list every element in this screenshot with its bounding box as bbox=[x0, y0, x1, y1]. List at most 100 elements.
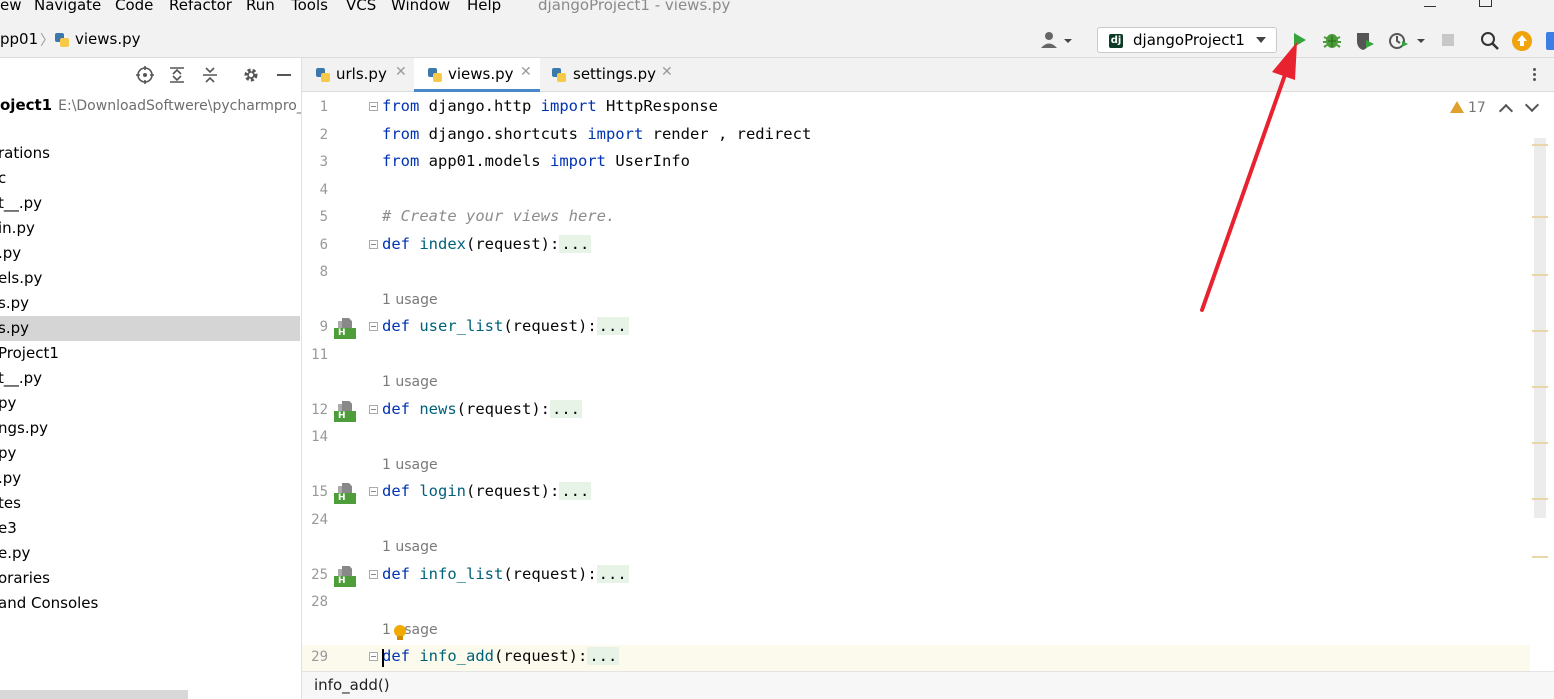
error-stripe-mark[interactable] bbox=[1532, 556, 1548, 558]
run-icon[interactable] bbox=[1292, 32, 1308, 48]
project-tree-item[interactable]: oraries bbox=[0, 566, 300, 591]
next-highlight-icon[interactable] bbox=[1524, 97, 1540, 113]
debug-icon[interactable] bbox=[1322, 30, 1342, 50]
project-tree-item[interactable]: t__.py bbox=[0, 366, 300, 391]
usage-hint[interactable]: 1 usage bbox=[382, 539, 438, 555]
breadcrumb-file[interactable]: views.py bbox=[75, 30, 141, 48]
code-line[interactable]: def info_list(request):... bbox=[382, 564, 629, 583]
editor-breadcrumb[interactable]: info_add() bbox=[314, 676, 390, 694]
folded-code-placeholder[interactable]: ... bbox=[596, 317, 629, 335]
search-icon[interactable] bbox=[1480, 31, 1500, 51]
error-stripe-mark[interactable] bbox=[1532, 498, 1548, 500]
fold-icon[interactable] bbox=[369, 239, 378, 249]
code-line[interactable]: def index(request):... bbox=[382, 234, 592, 253]
vertical-scrollbar[interactable] bbox=[1534, 138, 1546, 518]
menu-window[interactable]: Window bbox=[391, 0, 450, 14]
url-mapping-gutter-icon[interactable]: H bbox=[334, 483, 356, 505]
plugin-icon[interactable] bbox=[1544, 30, 1554, 52]
project-tree-item[interactable]: e.py bbox=[0, 541, 300, 566]
more-tabs-icon[interactable] bbox=[1533, 68, 1537, 82]
usage-hint[interactable]: 1 usage bbox=[382, 374, 438, 390]
error-stripe-mark[interactable] bbox=[1532, 274, 1548, 276]
fold-icon[interactable] bbox=[369, 652, 378, 661]
hide-panel-icon[interactable] bbox=[275, 66, 293, 84]
project-tree-item[interactable]: py bbox=[0, 391, 300, 416]
url-mapping-gutter-icon[interactable]: H bbox=[334, 565, 356, 588]
fold-icon[interactable] bbox=[369, 569, 378, 579]
update-icon[interactable] bbox=[1511, 30, 1533, 52]
code-line[interactable]: def news(request):... bbox=[382, 399, 582, 418]
project-tree-item[interactable]: .py bbox=[0, 466, 300, 491]
profile-icon[interactable] bbox=[1388, 31, 1428, 51]
menu-view[interactable]: ew bbox=[0, 0, 22, 14]
code-line[interactable]: from django.shortcuts import render , re… bbox=[382, 125, 811, 143]
menu-navigate[interactable]: Navigate bbox=[34, 0, 101, 14]
error-stripe-mark[interactable] bbox=[1532, 216, 1548, 218]
fold-icon[interactable] bbox=[369, 102, 378, 111]
expand-all-icon[interactable] bbox=[168, 66, 186, 84]
menu-refactor[interactable]: Refactor bbox=[169, 0, 232, 14]
usage-hint[interactable]: 1 usage bbox=[382, 292, 438, 308]
project-tree-item[interactable]: rations bbox=[0, 141, 300, 166]
lightbulb-icon[interactable] bbox=[394, 624, 406, 640]
fold-icon[interactable] bbox=[369, 404, 378, 414]
code-line[interactable]: def login(request):... bbox=[382, 482, 592, 500]
code-line[interactable]: def user_list(request):... bbox=[382, 317, 629, 335]
folded-code-placeholder[interactable]: ... bbox=[559, 482, 592, 500]
run-with-coverage-icon[interactable] bbox=[1354, 31, 1376, 51]
project-tree-item[interactable]: e3 bbox=[0, 516, 300, 541]
menu-tools[interactable]: Tools bbox=[291, 0, 328, 14]
error-stripe-mark[interactable] bbox=[1532, 144, 1548, 146]
folded-code-placeholder[interactable]: ... bbox=[559, 234, 592, 253]
minimize-icon[interactable] bbox=[1416, 0, 1446, 16]
project-tree-item[interactable]: and Consoles bbox=[0, 591, 300, 616]
close-icon[interactable]: ✕ bbox=[520, 64, 532, 80]
error-stripe-mark[interactable] bbox=[1532, 442, 1548, 444]
error-stripe-mark[interactable] bbox=[1532, 386, 1548, 388]
maximize-icon[interactable] bbox=[1470, 0, 1500, 16]
folded-code-placeholder[interactable]: ... bbox=[596, 564, 629, 583]
close-icon[interactable]: ✕ bbox=[395, 64, 407, 80]
project-tree-item[interactable]: Project1 bbox=[0, 341, 300, 366]
project-tree-item[interactable]: c bbox=[0, 166, 300, 191]
project-tree-item[interactable]: s.py bbox=[0, 316, 300, 341]
gear-icon[interactable] bbox=[242, 66, 260, 84]
project-tree-item[interactable]: .py bbox=[0, 241, 300, 266]
project-tree-item[interactable]: py bbox=[0, 441, 300, 466]
menu-help[interactable]: Help bbox=[467, 0, 501, 14]
locate-file-icon[interactable] bbox=[136, 66, 154, 84]
menu-vcs[interactable]: VCS bbox=[346, 0, 376, 14]
code-line[interactable]: from django.http import HttpResponse bbox=[382, 97, 718, 115]
folded-code-placeholder[interactable]: ... bbox=[587, 647, 620, 665]
code-line[interactable]: def info_add(request):... bbox=[382, 647, 620, 665]
horizontal-scrollbar[interactable] bbox=[0, 690, 188, 699]
project-tree-item[interactable]: tes bbox=[0, 491, 300, 516]
fold-icon[interactable] bbox=[369, 322, 378, 331]
url-mapping-gutter-icon[interactable]: H bbox=[334, 318, 356, 340]
project-root[interactable]: oject1 E:\DownloadSoftwere\pycharmpro_ bbox=[0, 96, 304, 114]
project-tree-item[interactable]: els.py bbox=[0, 266, 300, 291]
breadcrumb-parent[interactable]: pp01 bbox=[0, 30, 38, 48]
url-mapping-gutter-icon[interactable]: H bbox=[334, 400, 356, 423]
project-tree-item[interactable]: s.py bbox=[0, 291, 300, 316]
project-tree-item[interactable]: t__.py bbox=[0, 191, 300, 216]
stop-icon[interactable] bbox=[1441, 33, 1455, 47]
fold-icon[interactable] bbox=[369, 487, 378, 496]
menu-code[interactable]: Code bbox=[115, 0, 153, 14]
close-icon[interactable]: ✕ bbox=[661, 64, 673, 80]
tab-views[interactable]: views.py ✕ bbox=[414, 58, 540, 92]
usage-hint[interactable]: 1 usage bbox=[382, 622, 438, 638]
inspection-warnings[interactable]: 17 bbox=[1450, 100, 1486, 116]
usage-hint[interactable]: 1 usage bbox=[382, 457, 438, 473]
project-tree-item[interactable]: ngs.py bbox=[0, 416, 300, 441]
folded-code-placeholder[interactable]: ... bbox=[550, 399, 582, 418]
collapse-all-icon[interactable] bbox=[201, 66, 219, 84]
code-line[interactable]: # Create your views here. bbox=[382, 207, 615, 225]
project-tree-item[interactable]: in.py bbox=[0, 216, 300, 241]
error-stripe-mark[interactable] bbox=[1532, 330, 1548, 332]
previous-highlight-icon[interactable] bbox=[1498, 103, 1514, 119]
run-configuration-select[interactable]: dj djangoProject1 bbox=[1097, 27, 1277, 53]
tab-settings[interactable]: settings.py ✕ bbox=[540, 58, 680, 92]
code-line[interactable]: from app01.models import UserInfo bbox=[382, 152, 690, 170]
tab-urls[interactable]: urls.py ✕ bbox=[302, 58, 414, 92]
